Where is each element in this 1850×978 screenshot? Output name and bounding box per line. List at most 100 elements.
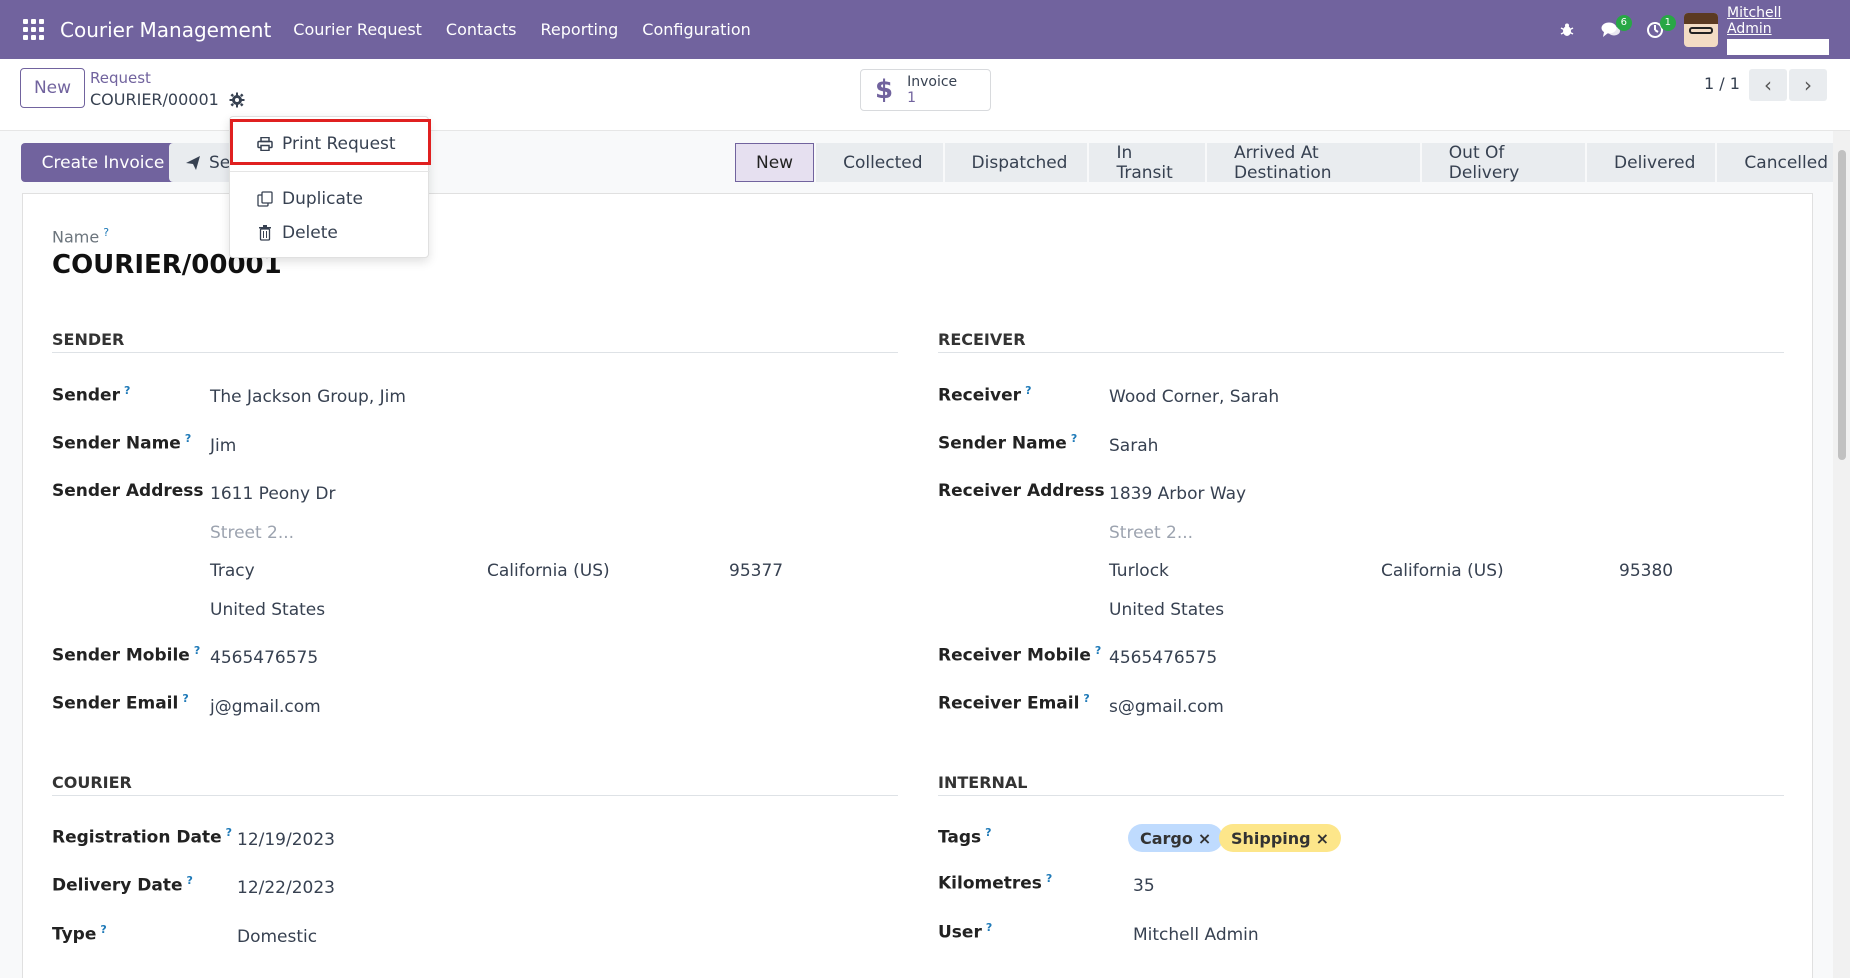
type-label: Type? — [52, 923, 107, 945]
registration-date-label: Registration Date? — [52, 826, 233, 848]
menu-contacts[interactable]: Contacts — [434, 20, 529, 39]
stage-in-transit[interactable]: In Transit — [1089, 143, 1205, 183]
receiver-zip-field[interactable]: 95380 — [1619, 561, 1673, 581]
menu-configuration[interactable]: Configuration — [630, 20, 763, 39]
trash-icon — [257, 225, 273, 241]
copy-icon — [257, 191, 273, 207]
breadcrumb-parent[interactable]: Request — [90, 69, 151, 87]
chevron-left-icon: ‹ — [1764, 73, 1772, 97]
database-name-redacted — [1727, 38, 1829, 55]
pager-previous-button[interactable]: ‹ — [1749, 69, 1787, 101]
print-request-highlight — [230, 119, 431, 165]
tag-cargo-label: Cargo — [1140, 828, 1193, 848]
menu-reporting[interactable]: Reporting — [529, 20, 631, 39]
stage-cancelled[interactable]: Cancelled — [1717, 143, 1848, 182]
sender-street2-field[interactable]: Street 2... — [210, 523, 294, 543]
receiver-country-field[interactable]: United States — [1109, 600, 1224, 620]
top-navbar: Courier Management Courier Request Conta… — [0, 0, 1850, 59]
pager-next-button[interactable]: › — [1789, 69, 1827, 101]
delete-menu-item[interactable]: Delete — [230, 216, 430, 250]
internal-section-title: INTERNAL — [938, 773, 1028, 792]
receiver-section-divider — [938, 352, 1784, 353]
receiver-state-field[interactable]: California (US) — [1381, 561, 1504, 581]
receiver-email-field[interactable]: s@gmail.com — [1109, 697, 1224, 717]
sender-address-label: Sender Address — [52, 481, 204, 501]
invoice-smart-button[interactable]: $ Invoice 1 — [860, 69, 991, 111]
status-bar: New Collected Dispatched In Transit Arri… — [735, 143, 1850, 183]
tag-shipping-label: Shipping — [1231, 828, 1311, 848]
sender-country-field[interactable]: United States — [210, 600, 325, 620]
delivery-date-label: Delivery Date? — [52, 874, 193, 896]
pager-value[interactable]: 1 / 1 — [1704, 74, 1740, 93]
invoice-smart-count: 1 — [907, 90, 917, 106]
courier-section-title: COURIER — [52, 773, 132, 792]
chevron-right-icon: › — [1804, 73, 1812, 97]
activity-badge: 1 — [1659, 14, 1676, 31]
receiver-mobile-label: Receiver Mobile? — [938, 644, 1102, 666]
stage-dispatched[interactable]: Dispatched — [944, 143, 1088, 182]
receiver-label: Receiver? — [938, 384, 1032, 406]
receiver-name-field[interactable]: Sarah — [1109, 436, 1158, 456]
sender-state-field[interactable]: California (US) — [487, 561, 610, 581]
create-invoice-button[interactable]: Create Invoice — [21, 143, 185, 182]
stage-collected[interactable]: Collected — [816, 143, 943, 182]
new-button[interactable]: New — [20, 68, 85, 108]
tag-cargo[interactable]: Cargo × — [1128, 824, 1224, 852]
receiver-field[interactable]: Wood Corner, Sarah — [1109, 387, 1279, 407]
invoice-smart-label: Invoice — [907, 74, 958, 90]
apps-menu-icon[interactable] — [23, 18, 45, 41]
name-label: Name? — [52, 226, 110, 247]
receiver-section-title: RECEIVER — [938, 330, 1026, 349]
sender-zip-field[interactable]: 95377 — [729, 561, 783, 581]
receiver-city-field[interactable]: Turlock — [1109, 561, 1169, 581]
tag-shipping[interactable]: Shipping × — [1219, 824, 1342, 852]
sender-name-field[interactable]: Jim — [210, 436, 236, 456]
app-brand[interactable]: Courier Management — [60, 18, 271, 42]
type-field[interactable]: Domestic — [237, 927, 317, 947]
receiver-street-field[interactable]: 1839 Arbor Way — [1109, 484, 1246, 504]
page-scrollbar-thumb[interactable] — [1838, 150, 1846, 460]
sender-section-divider — [52, 352, 898, 353]
stage-arrived-at-destination[interactable]: Arrived At Destination — [1206, 143, 1420, 183]
sender-mobile-label: Sender Mobile? — [52, 644, 201, 666]
duplicate-menu-item[interactable]: Duplicate — [230, 182, 430, 216]
delivery-date-field[interactable]: 12/22/2023 — [237, 878, 335, 898]
dropdown-divider — [230, 171, 430, 172]
tag-remove-icon[interactable]: × — [1316, 829, 1329, 848]
stage-out-of-delivery[interactable]: Out Of Delivery — [1421, 143, 1586, 183]
receiver-mobile-field[interactable]: 4565476575 — [1109, 648, 1217, 668]
registration-date-field[interactable]: 12/19/2023 — [237, 830, 335, 850]
gear-icon[interactable] — [229, 92, 245, 108]
internal-section-divider — [938, 795, 1784, 796]
stage-new[interactable]: New — [735, 143, 815, 182]
stage-delivered[interactable]: Delivered — [1587, 143, 1716, 182]
menu-courier-request[interactable]: Courier Request — [281, 20, 434, 39]
user-avatar[interactable] — [1684, 12, 1718, 47]
kilometres-field[interactable]: 35 — [1133, 876, 1155, 896]
messages-icon[interactable]: 6 — [1596, 14, 1632, 45]
sender-street-field[interactable]: 1611 Peony Dr — [210, 484, 336, 504]
user-name[interactable]: Mitchell Admin — [1727, 5, 1829, 37]
sender-email-field[interactable]: j@gmail.com — [210, 697, 321, 717]
receiver-address-label: Receiver Address — [938, 481, 1105, 501]
sender-city-field[interactable]: Tracy — [210, 561, 255, 581]
receiver-email-label: Receiver Email? — [938, 692, 1090, 714]
send-button-label: Se — [209, 152, 231, 173]
sender-email-label: Sender Email? — [52, 692, 189, 714]
activity-clock-icon[interactable]: 1 — [1640, 14, 1676, 45]
debug-bug-icon[interactable] — [1552, 15, 1582, 45]
sender-field[interactable]: The Jackson Group, Jim — [210, 387, 406, 407]
sender-mobile-field[interactable]: 4565476575 — [210, 648, 318, 668]
user-field[interactable]: Mitchell Admin — [1133, 925, 1259, 945]
paper-plane-icon — [186, 155, 200, 170]
duplicate-label: Duplicate — [282, 189, 363, 209]
kilometres-label: Kilometres? — [938, 872, 1053, 894]
receiver-street2-field[interactable]: Street 2... — [1109, 523, 1193, 543]
sender-label: Sender? — [52, 384, 131, 406]
courier-section-divider — [52, 795, 898, 796]
sender-section-title: SENDER — [52, 330, 125, 349]
receiver-sender-name-label: Sender Name? — [938, 432, 1078, 454]
user-menu[interactable]: Mitchell Admin — [1727, 5, 1829, 55]
tag-remove-icon[interactable]: × — [1198, 829, 1211, 848]
delete-label: Delete — [282, 223, 338, 243]
